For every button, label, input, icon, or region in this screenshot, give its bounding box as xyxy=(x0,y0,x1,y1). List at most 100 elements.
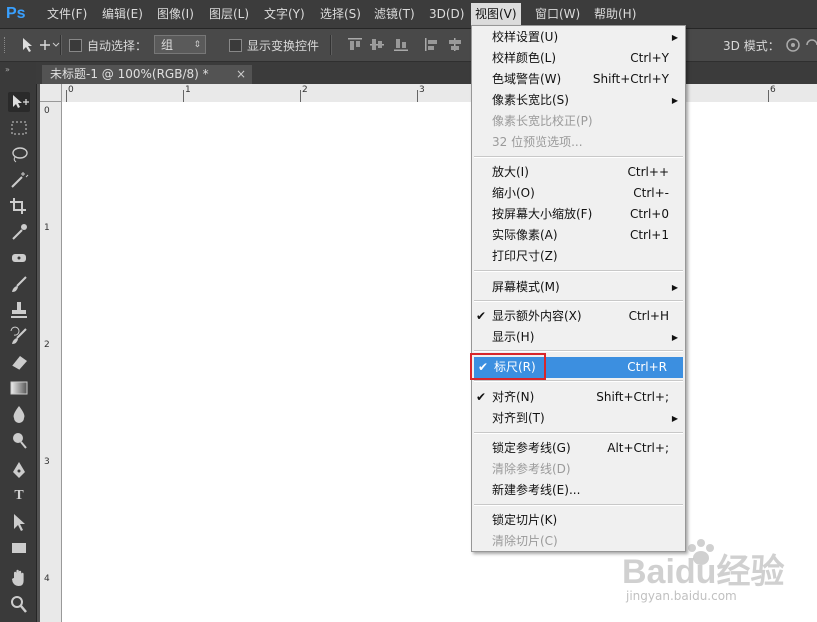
horizontal-ruler[interactable]: 0 1 2 3 4 5 6 xyxy=(62,84,817,103)
menu-item-proof-setup[interactable]: 校样设置(U) ▶ xyxy=(472,27,685,48)
menu-item-new-guide[interactable]: 新建参考线(E)... xyxy=(472,480,685,501)
ruler-label: 0 xyxy=(68,85,74,95)
menu-item-proof-colors[interactable]: 校样颜色(L) Ctrl+Y xyxy=(472,48,685,69)
document-tab-title: 未标题-1 @ 100%(RGB/8) * xyxy=(50,67,209,81)
menu-item-snap-to[interactable]: 对齐到(T) ▶ xyxy=(472,408,685,429)
menu-separator xyxy=(474,156,683,158)
menu-edit[interactable]: 编辑(E) xyxy=(98,0,147,28)
vertical-ruler[interactable]: 0 1 2 3 4 xyxy=(40,102,62,622)
align-left-icon[interactable] xyxy=(425,38,439,51)
menu-layer[interactable]: 图层(L) xyxy=(205,0,253,28)
ruler-label: 1 xyxy=(185,85,191,95)
zoom-tool-icon[interactable] xyxy=(8,594,30,614)
menu-filter[interactable]: 滤镜(T) xyxy=(370,0,419,28)
gradient-tool-icon[interactable] xyxy=(8,378,30,398)
menu-item-shortcut: Ctrl+H xyxy=(628,309,669,323)
move-tool-preset-icon[interactable] xyxy=(20,35,60,59)
auto-select-label: 自动选择： xyxy=(87,39,148,53)
photoshop-logo: Ps xyxy=(6,5,26,22)
3d-roll-icon[interactable] xyxy=(805,37,817,53)
menu-bar: Ps 文件(F) 编辑(E) 图像(I) 图层(L) 文字(Y) 选择(S) 滤… xyxy=(0,0,817,29)
ruler-origin[interactable] xyxy=(40,84,62,102)
align-bottom-icon[interactable] xyxy=(394,38,408,51)
document-tab-bar: 未标题-1 @ 100%(RGB/8) * × xyxy=(36,62,817,84)
menu-item-pixel-aspect-ratio[interactable]: 像素长宽比(S) ▶ xyxy=(472,90,685,111)
auto-select-dropdown[interactable]: 组 ⇕ xyxy=(154,35,206,54)
magic-wand-tool-icon[interactable] xyxy=(8,170,30,190)
menu-item-zoom-out[interactable]: 缩小(O) Ctrl+- xyxy=(472,183,685,204)
menu-item-label: 校样颜色(L) xyxy=(492,51,557,65)
menu-3d[interactable]: 3D(D) xyxy=(425,0,468,28)
menu-item-actual-pixels[interactable]: 实际像素(A) Ctrl+1 xyxy=(472,225,685,246)
menu-view[interactable]: 视图(V) xyxy=(471,3,521,25)
menu-item-shortcut: Ctrl+- xyxy=(633,186,669,200)
ruler-label: 3 xyxy=(419,85,425,95)
auto-select-value: 组 xyxy=(161,38,174,52)
menu-window[interactable]: 窗口(W) xyxy=(531,0,584,28)
menu-item-label: 缩小(O) xyxy=(492,186,535,200)
lasso-tool-icon[interactable] xyxy=(8,144,30,164)
menu-image[interactable]: 图像(I) xyxy=(153,0,198,28)
watermark-text: Baidu经验 xyxy=(622,553,785,591)
menu-item-label: 32 位预览选项... xyxy=(492,135,583,149)
menu-item-print-size[interactable]: 打印尺寸(Z) xyxy=(472,246,685,267)
menu-file[interactable]: 文件(F) xyxy=(43,0,91,28)
menu-item-lock-guides[interactable]: 锁定参考线(G) Alt+Ctrl+; xyxy=(472,438,685,459)
menu-separator xyxy=(474,432,683,434)
menu-item-extras[interactable]: ✔ 显示额外内容(X) Ctrl+H xyxy=(472,306,685,327)
clone-stamp-tool-icon[interactable] xyxy=(8,300,30,320)
auto-select-checkbox[interactable] xyxy=(69,39,82,52)
menu-item-label: 打印尺寸(Z) xyxy=(492,249,558,263)
menu-item-label: 对齐(N) xyxy=(492,390,535,404)
menu-item-pixel-aspect-correction: 像素长宽比校正(P) xyxy=(472,111,685,132)
tools-panel: » T xyxy=(0,62,37,622)
dodge-tool-icon[interactable] xyxy=(8,430,30,450)
submenu-arrow-icon: ▶ xyxy=(671,333,678,342)
align-horizontal-center-icon[interactable] xyxy=(448,38,462,51)
menu-item-label: 放大(I) xyxy=(492,165,529,179)
menu-item-screen-mode[interactable]: 屏幕模式(M) ▶ xyxy=(472,277,685,298)
show-transform-checkbox[interactable] xyxy=(229,39,242,52)
show-transform-label: 显示变换控件 xyxy=(247,39,320,53)
menu-item-lock-slices[interactable]: 锁定切片(K) xyxy=(472,510,685,531)
menu-item-show[interactable]: 显示(H) ▶ xyxy=(472,327,685,348)
eyedropper-tool-icon[interactable] xyxy=(8,222,30,242)
menu-item-gamut-warning[interactable]: 色域警告(W) Shift+Ctrl+Y xyxy=(472,69,685,90)
menu-item-zoom-in[interactable]: 放大(I) Ctrl++ xyxy=(472,162,685,183)
menu-item-32bit-preview: 32 位预览选项... xyxy=(472,132,685,153)
options-separator xyxy=(60,35,62,55)
hand-tool-icon[interactable] xyxy=(8,568,30,588)
marquee-tool-icon[interactable] xyxy=(8,118,30,138)
path-selection-tool-icon[interactable] xyxy=(8,512,30,532)
type-tool-icon[interactable]: T xyxy=(8,486,30,506)
menu-select[interactable]: 选择(S) xyxy=(316,0,365,28)
pen-tool-icon[interactable] xyxy=(8,460,30,480)
menu-help[interactable]: 帮助(H) xyxy=(590,0,640,28)
menu-item-label: 显示(H) xyxy=(492,330,535,344)
menu-item-label: 锁定切片(K) xyxy=(492,513,558,527)
crop-tool-icon[interactable] xyxy=(8,196,30,216)
close-icon[interactable]: × xyxy=(236,65,246,84)
healing-brush-tool-icon[interactable] xyxy=(8,248,30,268)
collapse-panel-icon[interactable]: » xyxy=(5,65,10,74)
menu-item-shortcut: Ctrl+Y xyxy=(630,51,669,65)
move-tool-icon[interactable] xyxy=(8,92,30,112)
align-vertical-center-icon[interactable] xyxy=(370,38,384,51)
eraser-tool-icon[interactable] xyxy=(8,352,30,372)
menu-item-fit-on-screen[interactable]: 按屏幕大小缩放(F) Ctrl+0 xyxy=(472,204,685,225)
menu-item-shortcut: Alt+Ctrl+; xyxy=(607,441,669,455)
menu-type[interactable]: 文字(Y) xyxy=(260,0,309,28)
menu-item-shortcut: Ctrl+0 xyxy=(629,207,669,221)
document-tab[interactable]: 未标题-1 @ 100%(RGB/8) * × xyxy=(42,65,252,84)
brush-tool-icon[interactable] xyxy=(8,274,30,294)
align-top-icon[interactable] xyxy=(348,38,362,51)
ruler-label: 1 xyxy=(44,223,50,233)
blur-tool-icon[interactable] xyxy=(8,404,30,424)
3d-rotate-icon[interactable] xyxy=(784,37,802,53)
chevron-updown-icon: ⇕ xyxy=(193,40,201,50)
menu-item-label: 对齐到(T) xyxy=(492,411,545,425)
menu-item-snap[interactable]: ✔ 对齐(N) Shift+Ctrl+; xyxy=(472,387,685,408)
rectangle-tool-icon[interactable] xyxy=(8,538,30,558)
3d-mode-label: 3D 模式： xyxy=(723,39,780,53)
history-brush-tool-icon[interactable] xyxy=(8,326,30,346)
